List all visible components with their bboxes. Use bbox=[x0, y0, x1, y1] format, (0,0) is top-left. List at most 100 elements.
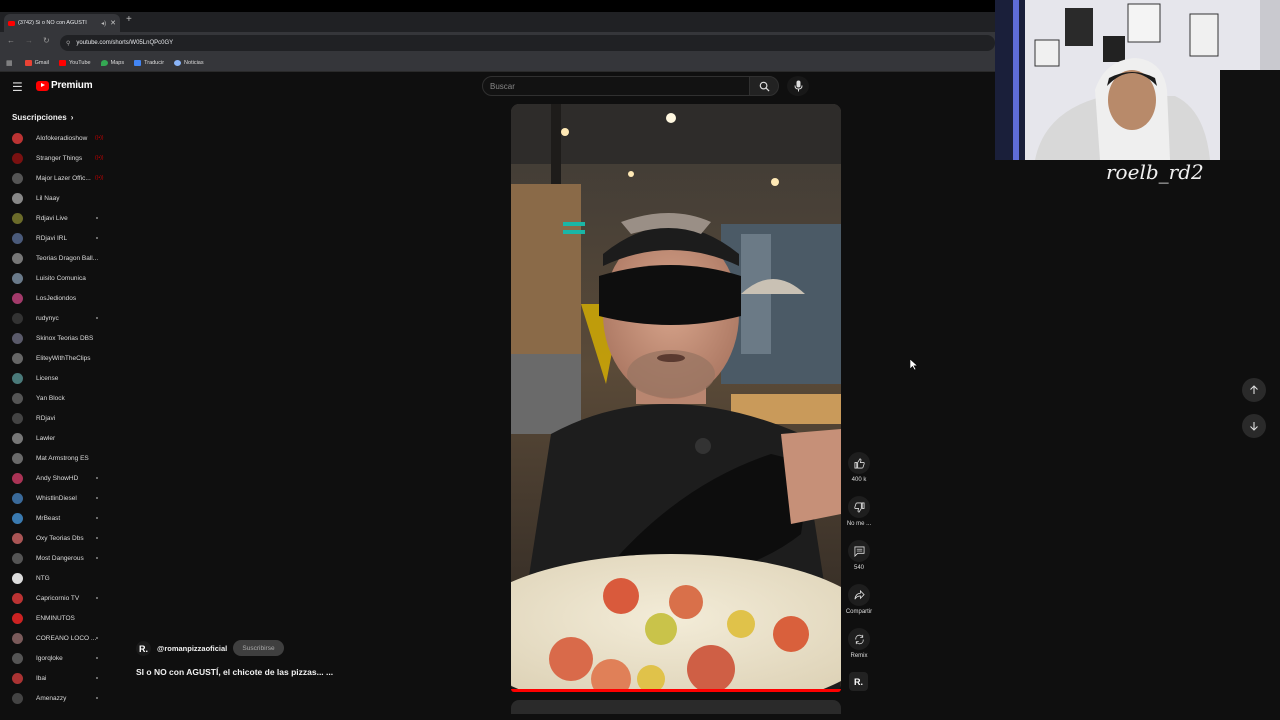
subscriptions-heading[interactable]: Suscripciones › bbox=[12, 113, 73, 122]
subscription-name: Rdjavi Live bbox=[36, 214, 68, 222]
subscription-name: RDjavi IRL bbox=[36, 234, 68, 242]
subscription-name: COREANO LOCO ... bbox=[36, 634, 97, 642]
subscription-name: License bbox=[36, 374, 59, 382]
new-content-dot-icon bbox=[96, 517, 98, 519]
channel-avatar[interactable]: R. bbox=[136, 641, 151, 656]
browser-tab[interactable]: (3742) Si o NO con AGUSTÍ ◂) ✕ bbox=[4, 14, 120, 32]
sidebar-subscription-item[interactable]: Capricornio TV bbox=[0, 588, 115, 608]
bookmark-noticias[interactable]: Noticias bbox=[174, 59, 204, 66]
sidebar-subscription-item[interactable]: Ibai bbox=[0, 668, 115, 688]
sidebar-subscription-item[interactable]: ENMINUTOS bbox=[0, 608, 115, 628]
sidebar-subscription-item[interactable]: Luisito Comunica bbox=[0, 268, 115, 288]
sidebar-subscription-item[interactable]: Lil Naay bbox=[0, 188, 115, 208]
sidebar-subscription-item[interactable]: COREANO LOCO ... bbox=[0, 628, 115, 648]
bookmark-youtube[interactable]: YouTube bbox=[59, 59, 91, 66]
audio-playing-icon[interactable]: ◂) bbox=[101, 20, 106, 27]
new-content-dot-icon bbox=[96, 697, 98, 699]
apps-grid-icon[interactable]: ▦ bbox=[6, 59, 13, 67]
sidebar-subscription-item[interactable]: Igorqloke bbox=[0, 648, 115, 668]
sidebar-subscription-item[interactable]: Skinox Teorias DBS bbox=[0, 328, 115, 348]
subscription-name: Andy ShowHD bbox=[36, 474, 79, 482]
channel-avatar-icon bbox=[12, 132, 23, 144]
subscription-name: RDjavi bbox=[36, 414, 56, 422]
subscription-name: NTG bbox=[36, 574, 50, 582]
comments-button[interactable]: 540 bbox=[847, 540, 871, 571]
video-frame bbox=[511, 104, 841, 692]
subscription-name: Teorias Dragon Ball... bbox=[36, 254, 99, 262]
subscription-name: Luisito Comunica bbox=[36, 274, 86, 282]
sidebar-subscription-item[interactable]: NTG bbox=[0, 568, 115, 588]
site-info-icon[interactable]: ⚲ bbox=[66, 40, 70, 47]
sidebar-subscription-item[interactable]: Lawler bbox=[0, 428, 115, 448]
sidebar-subscription-item[interactable]: License bbox=[0, 368, 115, 388]
youtube-premium-logo[interactable]: Premium bbox=[36, 80, 93, 91]
channel-avatar-icon bbox=[12, 372, 23, 384]
channel-avatar-icon bbox=[12, 552, 23, 564]
sidebar-subscription-item[interactable]: Teorias Dragon Ball... bbox=[0, 248, 115, 268]
forward-icon[interactable]: → bbox=[25, 36, 33, 45]
next-short-button[interactable] bbox=[1242, 414, 1266, 438]
sidebar-subscription-item[interactable]: Yan Block bbox=[0, 388, 115, 408]
bookmark-gmail[interactable]: Gmail bbox=[24, 59, 49, 66]
gmail-icon bbox=[24, 59, 32, 66]
sidebar-subscription-item[interactable]: EliteyWithTheClips bbox=[0, 348, 115, 368]
sidebar-subscription-item[interactable]: Mat Armstrong ES bbox=[0, 448, 115, 468]
new-content-dot-icon bbox=[96, 477, 98, 479]
channel-avatar-icon bbox=[12, 672, 23, 684]
new-content-dot-icon bbox=[96, 237, 98, 239]
sidebar-subscription-item[interactable]: RDjavi bbox=[0, 408, 115, 428]
sidebar-subscription-item[interactable]: Rdjavi Live bbox=[0, 208, 115, 228]
video-progress-bar[interactable] bbox=[511, 689, 841, 692]
sidebar-subscription-item[interactable]: Most Dangerous bbox=[0, 548, 115, 568]
comment-count: 540 bbox=[853, 565, 864, 571]
new-content-dot-icon bbox=[96, 677, 98, 679]
hamburger-menu-icon[interactable]: ☰ bbox=[12, 80, 23, 94]
subscription-name: Amenazzy bbox=[36, 694, 67, 702]
bookmark-maps[interactable]: Maps bbox=[100, 59, 124, 66]
subscribe-button[interactable]: Suscribirse bbox=[233, 640, 284, 656]
reload-icon[interactable]: ↻ bbox=[43, 36, 50, 45]
subscription-name: Stranger Things bbox=[36, 154, 83, 162]
dislike-button[interactable]: No me ... bbox=[847, 496, 871, 527]
share-button[interactable]: Compartir bbox=[846, 584, 872, 615]
sidebar-subscription-item[interactable]: Alofokeradioshow ((•)) bbox=[0, 128, 115, 148]
remix-button[interactable]: Remix bbox=[847, 628, 871, 659]
new-content-dot-icon bbox=[96, 637, 98, 639]
live-indicator-icon: ((•)) bbox=[95, 135, 104, 141]
sidebar-subscription-item[interactable]: Amenazzy bbox=[0, 688, 115, 708]
short-video-player[interactable] bbox=[511, 104, 841, 692]
previous-short-button[interactable] bbox=[1242, 378, 1266, 402]
channel-avatar-icon bbox=[12, 352, 23, 364]
sidebar-subscription-item[interactable]: rudynyc bbox=[0, 308, 115, 328]
new-tab-icon[interactable]: + bbox=[126, 14, 132, 25]
sidebar-subscription-item[interactable]: WhistlinDiesel bbox=[0, 488, 115, 508]
short-title[interactable]: SI o NO con AGUSTÍ, el chicote de las pi… bbox=[136, 667, 333, 677]
close-tab-icon[interactable]: ✕ bbox=[110, 19, 116, 27]
subscription-name: MrBeast bbox=[36, 514, 61, 522]
channel-avatar-icon bbox=[12, 692, 23, 704]
sidebar-subscription-item[interactable]: Major Lazer Offic... ((•)) bbox=[0, 168, 115, 188]
thumbs-up-icon bbox=[854, 458, 865, 468]
back-icon[interactable]: ← bbox=[7, 36, 15, 45]
sidebar-subscription-item[interactable]: LosJediondos bbox=[0, 288, 115, 308]
bookmark-traducir[interactable]: Traducir bbox=[134, 59, 164, 66]
search-input[interactable]: Buscar bbox=[482, 76, 750, 96]
search-button[interactable] bbox=[749, 76, 779, 96]
subscription-name: ENMINUTOS bbox=[36, 614, 75, 622]
sidebar-subscription-item[interactable]: MrBeast bbox=[0, 508, 115, 528]
sidebar-subscription-item[interactable]: Oxy Teorias Dbs bbox=[0, 528, 115, 548]
sidebar-subscription-item[interactable]: RDjavi IRL bbox=[0, 228, 115, 248]
chevron-right-icon: › bbox=[70, 113, 74, 122]
sidebar-subscription-item[interactable]: Andy ShowHD bbox=[0, 468, 115, 488]
like-button[interactable]: 400 k bbox=[847, 452, 871, 483]
channel-avatar-square[interactable]: R. bbox=[849, 672, 868, 691]
address-bar[interactable]: ⚲ youtube.com/shorts/W05LnQPc0GY bbox=[60, 35, 995, 51]
like-count: 400 k bbox=[851, 477, 867, 483]
subscription-name: WhistlinDiesel bbox=[36, 494, 77, 502]
new-content-dot-icon bbox=[96, 497, 98, 499]
sidebar-subscription-item[interactable]: Stranger Things ((•)) bbox=[0, 148, 115, 168]
new-content-dot-icon bbox=[96, 557, 98, 559]
voice-search-button[interactable] bbox=[787, 76, 809, 96]
channel-handle[interactable]: @romanpizzaoficial bbox=[157, 644, 227, 653]
share-label: Compartir bbox=[845, 609, 873, 615]
